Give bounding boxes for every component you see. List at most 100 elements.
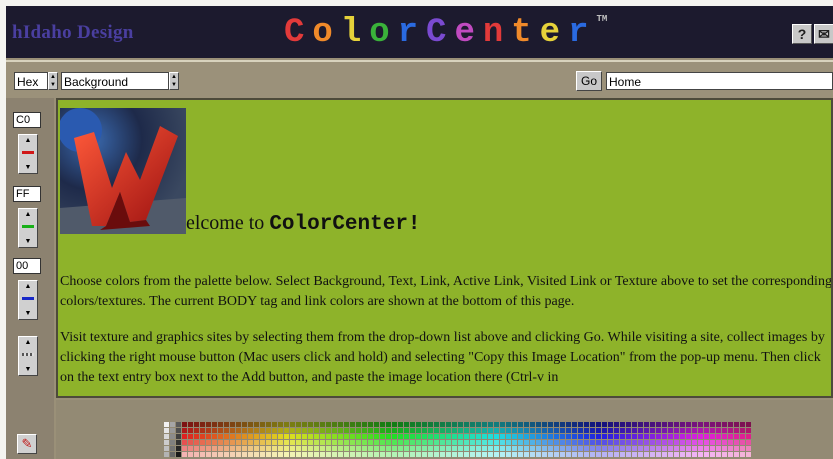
palette-swatch[interactable] — [656, 446, 661, 451]
palette-swatch[interactable] — [608, 434, 613, 439]
palette-swatch[interactable] — [620, 446, 625, 451]
palette-swatch[interactable] — [596, 446, 601, 451]
palette-swatch[interactable] — [296, 422, 301, 427]
palette-swatch[interactable] — [506, 428, 511, 433]
palette-swatch[interactable] — [518, 428, 523, 433]
palette-swatch[interactable] — [440, 440, 445, 445]
palette-swatch[interactable] — [716, 440, 721, 445]
palette-swatch[interactable] — [194, 434, 199, 439]
palette-swatch[interactable] — [338, 452, 343, 457]
palette-swatch[interactable] — [638, 428, 643, 433]
palette-swatch[interactable] — [560, 440, 565, 445]
palette-swatch[interactable] — [656, 452, 661, 457]
palette-swatch[interactable] — [500, 446, 505, 451]
palette-swatch[interactable] — [746, 434, 751, 439]
palette-swatch[interactable] — [398, 434, 403, 439]
palette-swatch[interactable] — [482, 422, 487, 427]
palette-swatch[interactable] — [440, 452, 445, 457]
palette-swatch[interactable] — [242, 452, 247, 457]
palette-swatch[interactable] — [494, 428, 499, 433]
palette-swatch[interactable] — [494, 452, 499, 457]
palette-swatch[interactable] — [188, 434, 193, 439]
palette-swatch[interactable] — [296, 440, 301, 445]
palette-swatch[interactable] — [176, 434, 181, 439]
palette-swatch[interactable] — [572, 440, 577, 445]
palette-swatch[interactable] — [536, 446, 541, 451]
palette-swatch[interactable] — [194, 446, 199, 451]
palette-swatch[interactable] — [200, 440, 205, 445]
palette-swatch[interactable] — [608, 452, 613, 457]
palette-swatch[interactable] — [512, 434, 517, 439]
palette-swatch[interactable] — [734, 434, 739, 439]
palette-swatch[interactable] — [404, 452, 409, 457]
palette-swatch[interactable] — [530, 440, 535, 445]
palette-swatch[interactable] — [704, 440, 709, 445]
palette-swatch[interactable] — [230, 452, 235, 457]
palette-swatch[interactable] — [734, 452, 739, 457]
format-select[interactable]: Hex — [14, 72, 48, 90]
palette-swatch[interactable] — [182, 446, 187, 451]
palette-swatch[interactable] — [440, 428, 445, 433]
palette-swatch[interactable] — [362, 422, 367, 427]
palette-swatch[interactable] — [674, 446, 679, 451]
palette-swatch[interactable] — [422, 422, 427, 427]
palette-swatch[interactable] — [644, 422, 649, 427]
palette-swatch[interactable] — [482, 434, 487, 439]
blue-slider[interactable]: ▲ ▼ — [18, 280, 38, 320]
palette-swatch[interactable] — [242, 428, 247, 433]
palette-swatch[interactable] — [674, 428, 679, 433]
palette-swatch[interactable] — [362, 446, 367, 451]
palette-swatch[interactable] — [620, 422, 625, 427]
palette-swatch[interactable] — [314, 422, 319, 427]
palette-swatch[interactable] — [560, 446, 565, 451]
palette-swatch[interactable] — [536, 428, 541, 433]
palette-swatch[interactable] — [338, 428, 343, 433]
palette-swatch[interactable] — [272, 422, 277, 427]
palette-swatch[interactable] — [626, 422, 631, 427]
palette-swatch[interactable] — [518, 422, 523, 427]
palette-swatch[interactable] — [728, 422, 733, 427]
palette-swatch[interactable] — [716, 422, 721, 427]
palette-swatch[interactable] — [410, 440, 415, 445]
red-value-field[interactable]: C0 — [13, 112, 41, 128]
mail-button[interactable]: ✉ — [814, 24, 833, 44]
palette-swatch[interactable] — [542, 428, 547, 433]
palette-swatch[interactable] — [416, 440, 421, 445]
palette-swatch[interactable] — [416, 452, 421, 457]
palette-swatch[interactable] — [182, 434, 187, 439]
palette-swatch[interactable] — [206, 428, 211, 433]
palette-swatch[interactable] — [434, 440, 439, 445]
palette-swatch[interactable] — [398, 446, 403, 451]
palette-swatch[interactable] — [740, 452, 745, 457]
palette-swatch[interactable] — [320, 452, 325, 457]
palette-swatch[interactable] — [698, 428, 703, 433]
palette-swatch[interactable] — [296, 446, 301, 451]
palette-swatch[interactable] — [458, 434, 463, 439]
palette-swatch[interactable] — [740, 422, 745, 427]
palette-swatch[interactable] — [542, 440, 547, 445]
palette-swatch[interactable] — [530, 428, 535, 433]
palette-swatch[interactable] — [554, 440, 559, 445]
palette-swatch[interactable] — [398, 452, 403, 457]
palette-swatch[interactable] — [386, 434, 391, 439]
palette-swatch[interactable] — [476, 446, 481, 451]
palette-swatch[interactable] — [536, 452, 541, 457]
palette-swatch[interactable] — [362, 434, 367, 439]
palette-swatch[interactable] — [668, 452, 673, 457]
palette-swatch[interactable] — [272, 440, 277, 445]
palette-swatch[interactable] — [584, 428, 589, 433]
palette-swatch[interactable] — [398, 422, 403, 427]
green-slider[interactable]: ▲ ▼ — [18, 208, 38, 248]
palette-swatch[interactable] — [458, 452, 463, 457]
palette-swatch[interactable] — [200, 428, 205, 433]
palette-swatch[interactable] — [614, 422, 619, 427]
palette-swatch[interactable] — [644, 428, 649, 433]
palette-swatch[interactable] — [398, 440, 403, 445]
palette-swatch[interactable] — [254, 422, 259, 427]
palette-swatch[interactable] — [326, 434, 331, 439]
palette-swatch[interactable] — [410, 422, 415, 427]
palette-swatch[interactable] — [728, 434, 733, 439]
palette-swatch[interactable] — [662, 428, 667, 433]
palette-swatch[interactable] — [332, 428, 337, 433]
palette-swatch[interactable] — [332, 434, 337, 439]
